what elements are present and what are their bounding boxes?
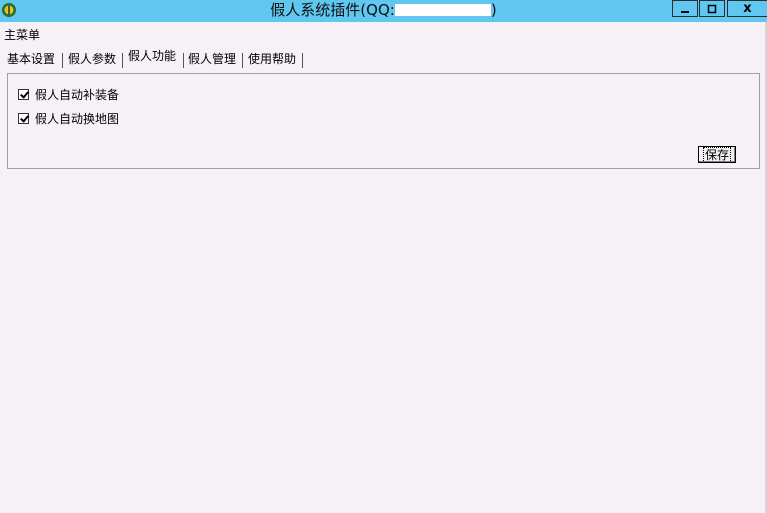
minimize-icon <box>681 10 689 13</box>
tab-bot-parameters[interactable]: 假人参数 <box>68 47 116 70</box>
tab-divider <box>302 53 303 68</box>
minimize-button[interactable] <box>672 0 698 17</box>
auto-equip-label: 假人自动补装备 <box>35 87 120 102</box>
bot-functions-panel: 假人自动补装备 假人自动换地图 保存 <box>7 73 760 169</box>
option-auto-change-map[interactable]: 假人自动换地图 <box>18 110 119 126</box>
tab-basic-settings[interactable]: 基本设置 <box>7 47 55 70</box>
maximize-button[interactable] <box>699 0 725 17</box>
tab-divider <box>183 53 184 68</box>
tab-divider <box>62 53 63 68</box>
title-bar: 假人系统插件(QQ:) x <box>0 0 767 22</box>
auto-equip-checkbox[interactable] <box>18 88 29 100</box>
menu-main[interactable]: 主菜单 <box>4 26 40 43</box>
save-button-label: 保存 <box>702 146 732 163</box>
maximize-icon <box>707 4 717 13</box>
option-auto-equip[interactable]: 假人自动补装备 <box>18 86 119 102</box>
tab-help[interactable]: 使用帮助 <box>248 47 296 70</box>
auto-change-map-label: 假人自动换地图 <box>35 111 120 126</box>
tab-bot-functions[interactable]: 假人功能 <box>128 45 177 70</box>
close-button[interactable]: x <box>727 0 767 17</box>
auto-change-map-checkbox[interactable] <box>18 112 29 124</box>
save-button[interactable]: 保存 <box>698 146 736 163</box>
redacted-qq-number <box>394 4 491 16</box>
tab-bot-management[interactable]: 假人管理 <box>188 47 236 70</box>
menu-bar: 主菜单 <box>0 22 767 44</box>
window-title-prefix: 假人系统插件(QQ: <box>270 1 395 19</box>
close-icon: x <box>743 1 752 16</box>
tab-divider <box>242 53 243 68</box>
window-title: 假人系统插件(QQ:) <box>0 0 767 22</box>
window-title-suffix: ) <box>490 1 497 19</box>
tab-divider <box>122 53 123 68</box>
